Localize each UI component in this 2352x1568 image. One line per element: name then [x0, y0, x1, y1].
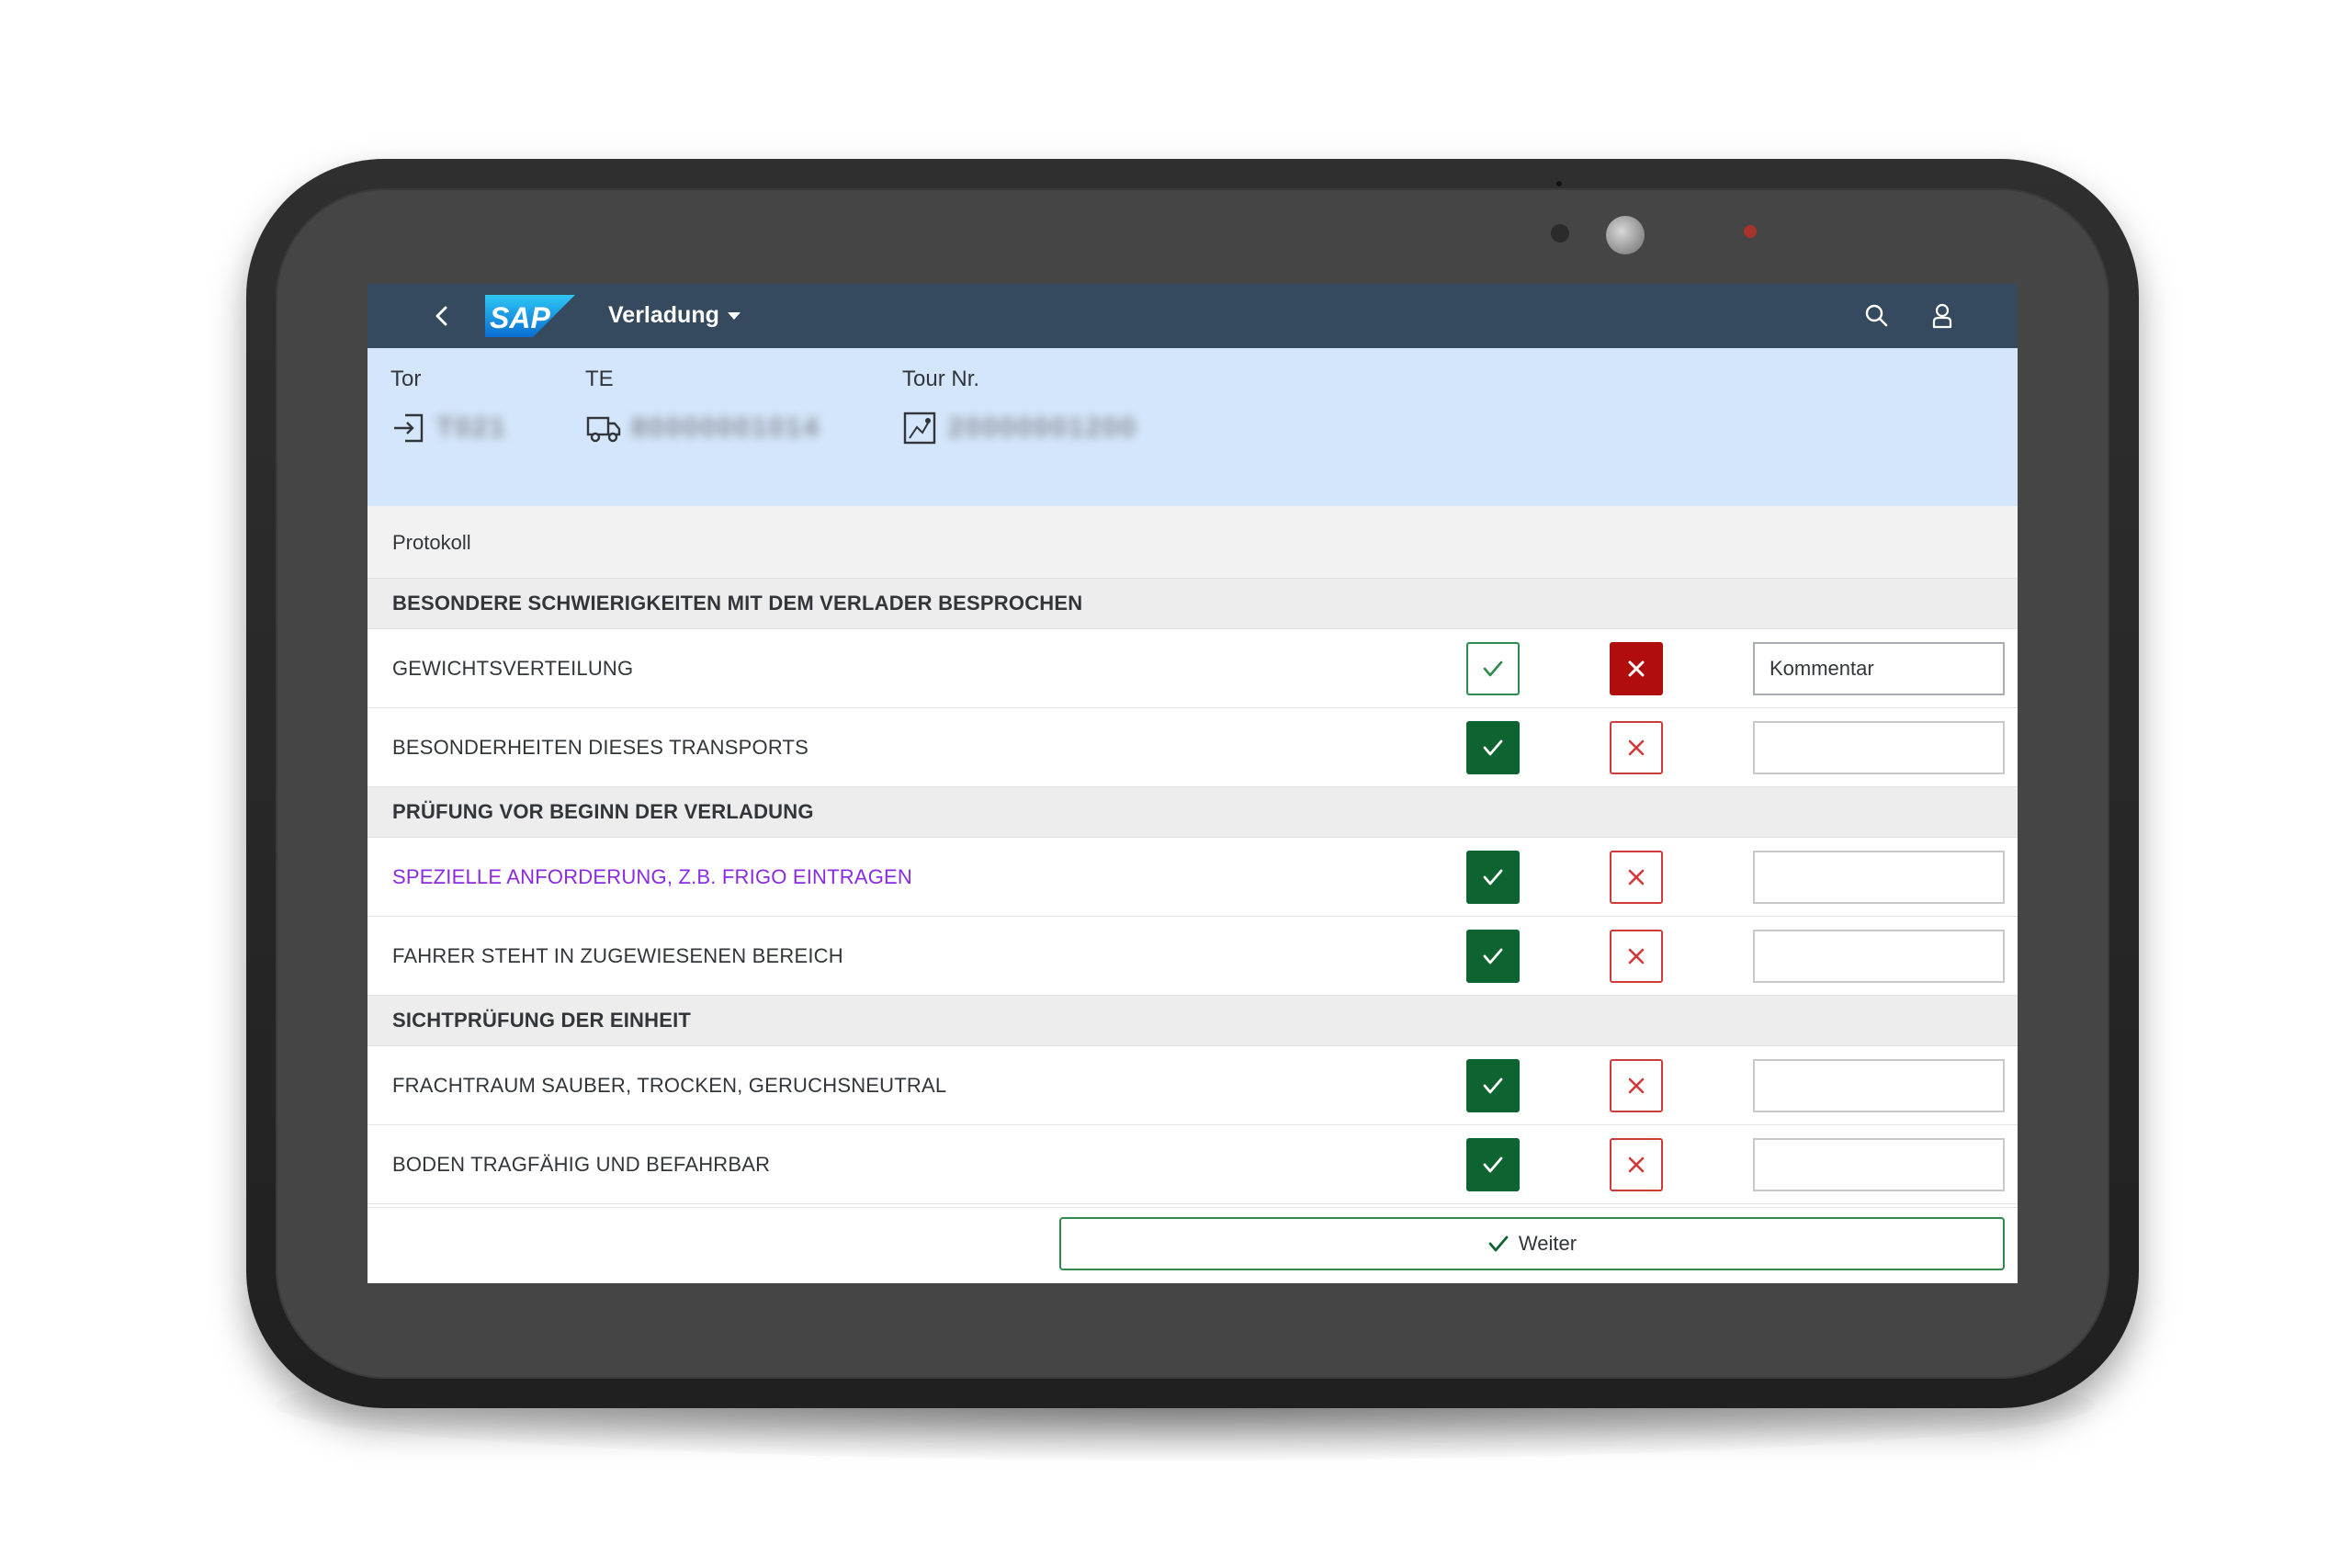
device-notch	[1556, 181, 1562, 186]
checkmark-icon	[1483, 869, 1503, 886]
comment-input[interactable]	[1753, 721, 2005, 774]
attribute-tour: Tour Nr. 20000001200	[902, 367, 1137, 446]
truck-icon	[586, 416, 621, 443]
close-icon	[1628, 660, 1645, 677]
group-title: SICHTPRÜFUNG DER EINHEIT	[392, 1009, 692, 1032]
app-title-menu[interactable]: Verladung	[608, 302, 741, 329]
app-screen: SAP Verladung Tor T021 TE 80000001014 To…	[368, 284, 2018, 1283]
comment-input[interactable]	[1753, 930, 2005, 983]
object-header: Tor T021 TE 80000001014 Tour Nr. 2000000…	[368, 348, 2018, 506]
proximity-sensor	[1551, 224, 1569, 243]
checklist-item: FAHRER STEHT IN ZUGEWIESENEN BEREICH	[368, 917, 2018, 996]
attribute-value: 80000001014	[631, 412, 820, 443]
comment-input[interactable]	[1753, 1059, 2005, 1112]
item-label: BODEN TRAGFÄHIG UND BEFAHRBAR	[392, 1153, 771, 1176]
map-route-icon	[903, 412, 936, 445]
reject-button[interactable]	[1610, 1138, 1663, 1191]
attribute-label: Tor	[390, 367, 422, 391]
protokoll-title: Protokoll	[392, 531, 471, 554]
weiter-label: Weiter	[1518, 1232, 1577, 1255]
group-title: PRÜFUNG VOR BEGINN DER VERLADUNG	[392, 800, 814, 823]
close-icon	[1628, 1077, 1645, 1094]
close-icon	[1628, 869, 1645, 886]
checklist-item: BODEN TRAGFÄHIG UND BEFAHRBAR	[368, 1125, 2018, 1204]
status-led	[1744, 225, 1757, 238]
attribute-value: T021	[436, 412, 507, 443]
weiter-button[interactable]: Weiter	[1059, 1217, 2005, 1270]
attribute-label: Tour Nr.	[902, 367, 980, 391]
checkmark-icon	[1488, 1235, 1509, 1252]
reject-button[interactable]	[1610, 721, 1663, 774]
app-title: Verladung	[608, 302, 719, 328]
caret-down-icon	[727, 311, 741, 320]
accept-button[interactable]	[1466, 1138, 1520, 1191]
checkmark-icon	[1483, 948, 1503, 964]
accept-button[interactable]	[1466, 930, 1520, 983]
checklist-item: GEWICHTSVERTEILUNG	[368, 629, 2018, 708]
comment-input[interactable]	[1753, 642, 2005, 695]
reject-button[interactable]	[1610, 851, 1663, 904]
checklist-item: SPEZIELLE ANFORDERUNG, Z.B. FRIGO EINTRA…	[368, 838, 2018, 917]
user-icon[interactable]	[1928, 301, 1957, 331]
group-title: BESONDERE SCHWIERIGKEITEN MIT DEM VERLAD…	[392, 592, 1083, 615]
item-label: FAHRER STEHT IN ZUGEWIESENEN BEREICH	[392, 944, 843, 967]
attribute-te: TE 80000001014	[585, 367, 820, 446]
sap-logo: SAP	[485, 295, 575, 337]
login-gate-icon	[394, 413, 424, 443]
shell-bar: SAP Verladung	[368, 284, 2018, 348]
checkmark-icon	[1483, 739, 1503, 756]
comment-input[interactable]	[1753, 1138, 2005, 1191]
checkmark-icon	[1483, 1156, 1503, 1173]
search-icon[interactable]	[1862, 301, 1892, 331]
item-label: GEWICHTSVERTEILUNG	[392, 657, 634, 680]
checklist-item: FRACHTRAUM SAUBER, TROCKEN, GERUCHSNEUTR…	[368, 1046, 2018, 1125]
checklist: BESONDERE SCHWIERIGKEITEN MIT DEM VERLAD…	[368, 579, 2018, 1204]
reject-button[interactable]	[1610, 642, 1663, 695]
item-label: BESONDERHEITEN DIESES TRANSPORTS	[392, 736, 809, 759]
comment-input[interactable]	[1753, 851, 2005, 904]
item-label: FRACHTRAUM SAUBER, TROCKEN, GERUCHSNEUTR…	[392, 1074, 947, 1097]
back-arrow-icon[interactable]	[428, 302, 456, 330]
item-label-link[interactable]: SPEZIELLE ANFORDERUNG, Z.B. FRIGO EINTRA…	[392, 865, 912, 889]
protokoll-toolbar: Protokoll	[368, 506, 2018, 579]
attribute-tor: Tor T021	[390, 367, 506, 446]
accept-button[interactable]	[1466, 851, 1520, 904]
svg-text:SAP: SAP	[490, 301, 550, 334]
reject-button[interactable]	[1610, 930, 1663, 983]
accept-button[interactable]	[1466, 721, 1520, 774]
checklist-item: BESONDERHEITEN DIESES TRANSPORTS	[368, 708, 2018, 787]
checkmark-icon	[1483, 660, 1503, 677]
footer-toolbar: Weiter	[368, 1207, 2018, 1283]
attribute-label: TE	[585, 367, 614, 391]
close-icon	[1628, 739, 1645, 756]
group-header: BESONDERE SCHWIERIGKEITEN MIT DEM VERLAD…	[368, 579, 2018, 629]
checkmark-icon	[1483, 1077, 1503, 1094]
group-header: PRÜFUNG VOR BEGINN DER VERLADUNG	[368, 787, 2018, 838]
accept-button[interactable]	[1466, 642, 1520, 695]
attribute-value: 20000001200	[948, 412, 1137, 443]
reject-button[interactable]	[1610, 1059, 1663, 1112]
group-header: SICHTPRÜFUNG DER EINHEIT	[368, 996, 2018, 1046]
front-camera	[1606, 216, 1645, 254]
close-icon	[1628, 1156, 1645, 1173]
close-icon	[1628, 948, 1645, 964]
accept-button[interactable]	[1466, 1059, 1520, 1112]
